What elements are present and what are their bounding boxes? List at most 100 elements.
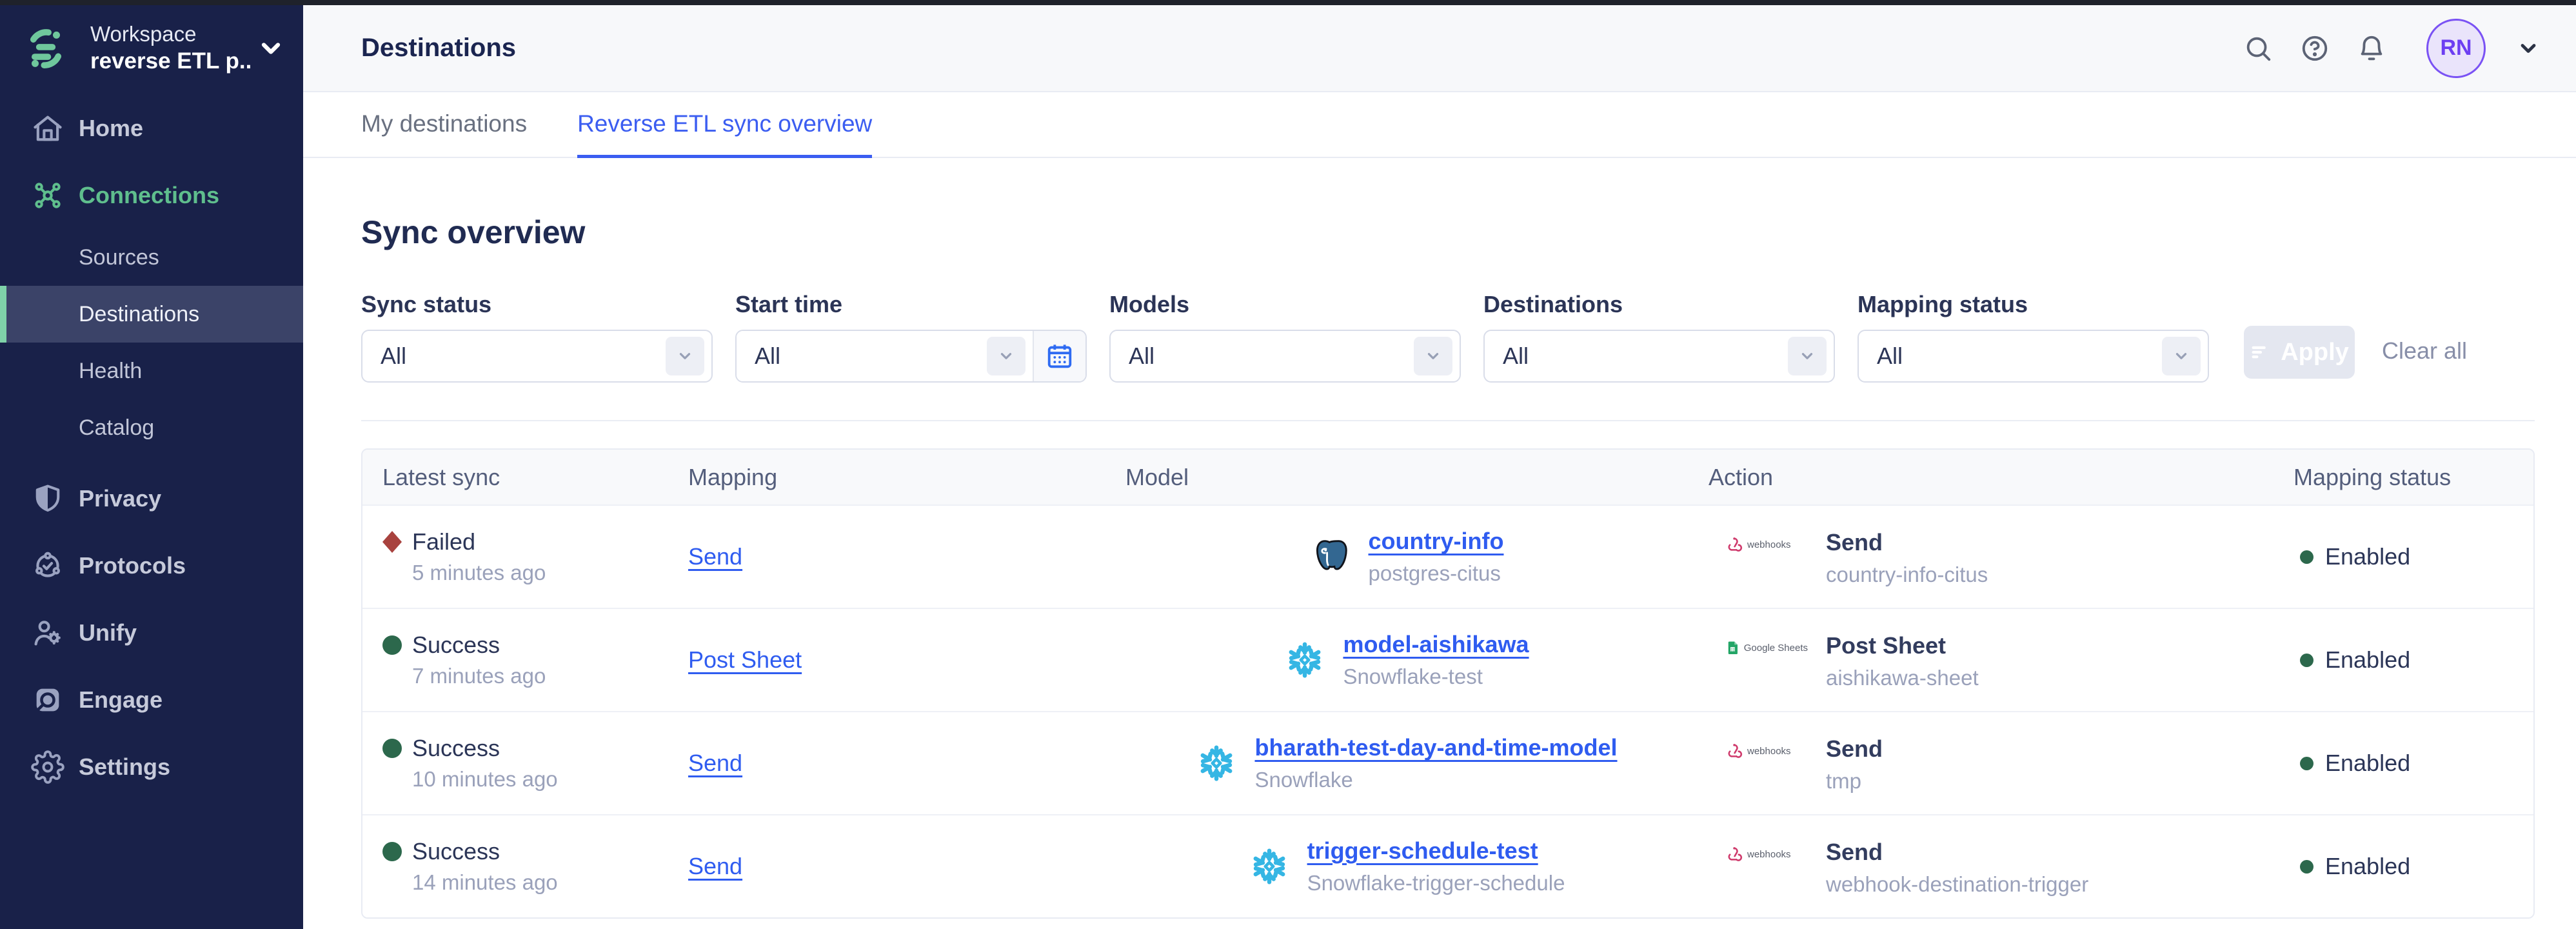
snowflake-icon xyxy=(1249,846,1289,886)
webhooks-icon xyxy=(1725,845,1743,863)
tab-my-destinations[interactable]: My destinations xyxy=(361,92,527,158)
model-cell: model-aishikawa Snowflake-test xyxy=(1105,609,1689,711)
start-time-select[interactable]: All xyxy=(737,331,1033,381)
model-cell: country-info postgres-citus xyxy=(1105,506,1689,608)
destination-name-text: country-info-citus xyxy=(1826,563,1988,587)
avatar-chevron-down-icon[interactable] xyxy=(2517,37,2540,60)
mapping-status-cell: Enabled xyxy=(2274,506,2533,608)
action-title: Send xyxy=(1826,529,1988,556)
sync-status-text: Success xyxy=(412,838,500,865)
latest-sync-cell: Success 7 minutes ago xyxy=(362,609,668,711)
sidebar-item-home[interactable]: Home xyxy=(0,95,303,162)
sidebar-item-label: Connections xyxy=(79,182,219,209)
model-link[interactable]: trigger-schedule-test xyxy=(1307,837,1565,864)
mapping-cell: Send xyxy=(668,506,1105,608)
mapping-link[interactable]: Send xyxy=(688,750,1105,777)
sidebar-item-privacy[interactable]: Privacy xyxy=(0,465,303,532)
table-body: Failed 5 minutes ago Send country-info p… xyxy=(362,504,2533,917)
column-header-latest-sync: Latest sync xyxy=(362,464,668,491)
destinations-select[interactable]: All xyxy=(1483,330,1835,383)
sidebar-item-catalog[interactable]: Catalog xyxy=(0,399,303,456)
google-sheets-icon xyxy=(1725,639,1740,657)
destination-brand-label: Google Sheets xyxy=(1744,643,1808,654)
destination-brand-label: webhooks xyxy=(1747,539,1791,550)
sidebar-nav: Home Connections Sources Destinations He… xyxy=(0,95,303,801)
mapping-status-cell: Enabled xyxy=(2274,815,2533,917)
sync-status-text: Success xyxy=(412,735,500,762)
window-top-edge xyxy=(0,0,2576,5)
mapping-status-select[interactable]: All xyxy=(1858,330,2209,383)
table-row: Success 7 minutes ago Post Sheet model-a… xyxy=(362,608,2533,711)
notifications-bell-icon[interactable] xyxy=(2357,34,2386,63)
destination-name-text: webhook-destination-trigger xyxy=(1826,872,2088,897)
sidebar-item-protocols[interactable]: Protocols xyxy=(0,532,303,599)
calendar-picker-button[interactable] xyxy=(1033,331,1085,381)
mapping-status-text: Enabled xyxy=(2325,646,2410,674)
rudderstack-logo-icon xyxy=(25,27,67,70)
column-header-action: Action xyxy=(1689,464,2274,491)
mapping-link[interactable]: Post Sheet xyxy=(688,646,1105,674)
sidebar-item-destinations[interactable]: Destinations xyxy=(0,286,303,343)
sidebar-item-health[interactable]: Health xyxy=(0,343,303,399)
search-icon[interactable] xyxy=(2243,34,2273,63)
chevron-down-icon xyxy=(987,337,1025,375)
postgresql-icon xyxy=(1311,537,1351,577)
snowflake-icon xyxy=(1285,640,1325,680)
destination-brand-badge: webhooks xyxy=(1725,535,1808,554)
home-icon xyxy=(31,112,64,145)
sidebar-item-unify[interactable]: Unify xyxy=(0,599,303,666)
tab-reverse-etl-sync-overview[interactable]: Reverse ETL sync overview xyxy=(577,92,872,158)
action-cell: webhooks Send country-info-citus xyxy=(1689,506,2274,608)
destination-brand-label: webhooks xyxy=(1747,849,1791,860)
avatar[interactable]: RN xyxy=(2426,19,2486,78)
mapping-link[interactable]: Send xyxy=(688,543,1105,570)
latest-sync-cell: Failed 5 minutes ago xyxy=(362,506,668,608)
sidebar-item-settings[interactable]: Settings xyxy=(0,734,303,801)
model-cell: trigger-schedule-test Snowflake-trigger-… xyxy=(1105,815,1689,917)
help-icon[interactable] xyxy=(2300,34,2330,63)
model-link[interactable]: model-aishikawa xyxy=(1343,631,1529,658)
workspace-eyebrow: Workspace xyxy=(90,21,252,47)
models-select[interactable]: All xyxy=(1109,330,1461,383)
clear-all-link[interactable]: Clear all xyxy=(2382,337,2467,365)
shield-icon xyxy=(31,482,64,515)
action-title: Send xyxy=(1826,839,2088,866)
sync-status-select[interactable]: All xyxy=(361,330,713,383)
snowflake-icon xyxy=(1196,743,1236,783)
sync-status-icon xyxy=(382,531,402,553)
sidebar-item-engage[interactable]: Engage xyxy=(0,666,303,734)
mapping-cell: Post Sheet xyxy=(668,609,1105,711)
model-source-text: Snowflake-trigger-schedule xyxy=(1307,871,1565,895)
enabled-status-dot xyxy=(2300,757,2313,770)
model-link[interactable]: country-info xyxy=(1369,528,1504,555)
workspace-chevron-down-icon[interactable] xyxy=(257,34,285,63)
sidebar-item-sources[interactable]: Sources xyxy=(0,229,303,286)
enabled-status-dot xyxy=(2300,550,2313,564)
enabled-status-dot xyxy=(2300,654,2313,667)
destination-brand-label: webhooks xyxy=(1747,746,1791,757)
mapping-status-text: Enabled xyxy=(2325,853,2410,880)
gear-icon xyxy=(31,750,64,784)
destination-brand-badge: Google Sheets xyxy=(1725,639,1808,657)
sidebar-item-connections[interactable]: Connections xyxy=(0,162,303,229)
sync-status-text: Success xyxy=(412,632,500,659)
destination-brand-badge: webhooks xyxy=(1725,742,1808,760)
chevron-down-icon xyxy=(2162,337,2201,375)
model-link[interactable]: bharath-test-day-and-time-model xyxy=(1254,734,1617,761)
sync-time-text: 5 minutes ago xyxy=(412,561,668,585)
connections-icon xyxy=(31,179,64,212)
model-source-text: postgres-citus xyxy=(1369,561,1504,586)
action-title: Send xyxy=(1826,735,1883,763)
engage-icon xyxy=(31,683,64,717)
apply-button[interactable]: Apply xyxy=(2244,326,2355,379)
chevron-down-icon xyxy=(666,337,704,375)
mapping-status-text: Enabled xyxy=(2325,750,2410,777)
sync-status-icon xyxy=(382,842,402,861)
workspace-switcher[interactable]: Workspace reverse ETL p... xyxy=(0,5,303,88)
mapping-link[interactable]: Send xyxy=(688,853,1105,880)
enabled-status-dot xyxy=(2300,860,2313,874)
mapping-cell: Send xyxy=(668,712,1105,814)
sidebar: Workspace reverse ETL p... Home Connecti… xyxy=(0,5,303,929)
table-row: Failed 5 minutes ago Send country-info p… xyxy=(362,504,2533,608)
model-source-text: Snowflake xyxy=(1254,768,1617,792)
